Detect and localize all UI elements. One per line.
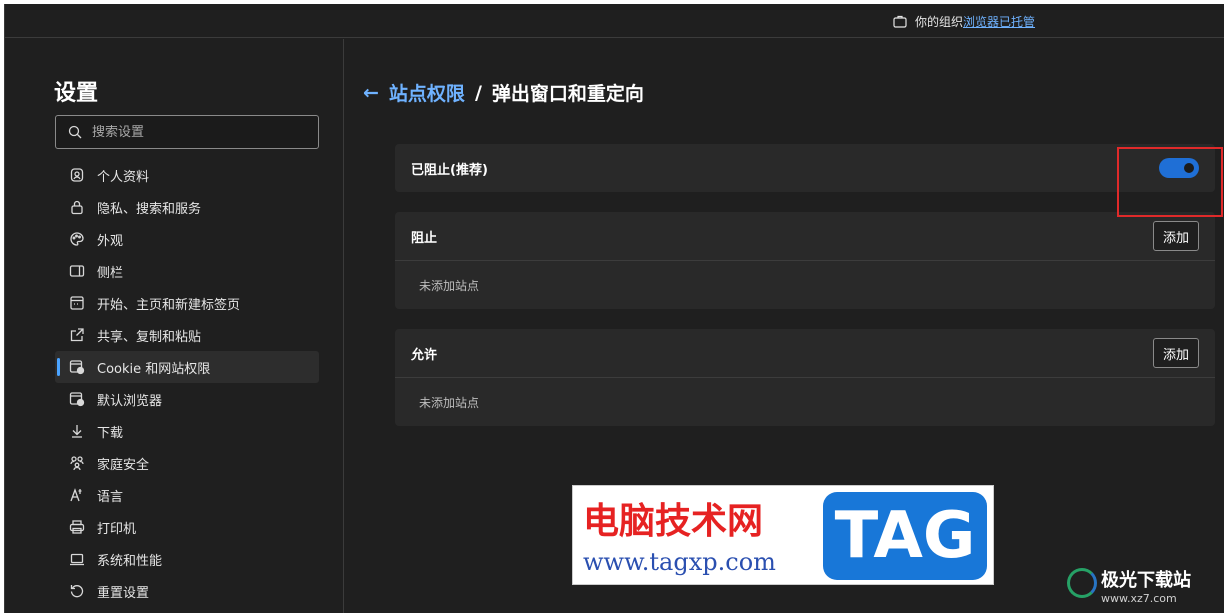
sidebar-item-profile[interactable]: 个人资料 <box>55 159 319 191</box>
sidebar-item-label: 重置设置 <box>97 585 150 601</box>
download-icon <box>69 423 85 439</box>
sidebar-item-label: 个人资料 <box>97 169 150 185</box>
managed-link[interactable]: 浏览器已托管 <box>963 15 1035 29</box>
managed-prefix: 你的组织 <box>915 14 964 29</box>
sidebar-item-label: 家庭安全 <box>97 457 150 473</box>
search-box[interactable] <box>55 115 319 149</box>
sidebar: 设置 个人资料 隐私、搜索和服务 外观 侧栏 <box>5 39 344 613</box>
profile-icon <box>69 167 85 183</box>
sidebar-item-default-browser[interactable]: 默认浏览器 <box>55 383 319 415</box>
printer-icon <box>69 519 85 535</box>
sidebar-item-label: 隐私、搜索和服务 <box>97 201 202 217</box>
corner-watermark-url: www.xz7.com <box>1101 592 1177 605</box>
blocked-toggle-card: 已阻止(推荐) <box>395 144 1215 192</box>
sidebar-item-label: 打印机 <box>97 521 137 537</box>
palette-icon <box>69 231 85 247</box>
sidebar-item-label: 语言 <box>97 489 124 505</box>
allow-card: 允许 添加 未添加站点 <box>395 329 1215 426</box>
sidebar-item-label: 外观 <box>97 233 124 249</box>
back-arrow-icon[interactable]: ← <box>363 82 379 104</box>
swirl-logo-icon <box>1067 568 1097 598</box>
sidebar-item-appearance[interactable]: 外观 <box>55 223 319 255</box>
share-icon <box>69 327 85 343</box>
block-empty-text: 未添加站点 <box>419 278 480 293</box>
breadcrumb-parent[interactable]: 站点权限 <box>389 79 465 106</box>
watermark-banner: 电脑技术网 www.tagxp.com TAG <box>572 485 994 585</box>
sidebar-item-label: 下载 <box>97 425 124 441</box>
allow-empty-text: 未添加站点 <box>419 395 480 410</box>
sidebar-nav: 个人资料 隐私、搜索和服务 外观 侧栏 开始、主页和新建标签页 共享、复制和粘贴 <box>55 159 319 607</box>
breadcrumb-separator: / <box>474 81 482 104</box>
sidebar-item-cookies[interactable]: Cookie 和网站权限 <box>55 351 319 383</box>
sidebar-item-start-home[interactable]: 开始、主页和新建标签页 <box>55 287 319 319</box>
allow-title: 允许 <box>411 347 438 363</box>
reset-icon <box>69 583 85 599</box>
sidebar-item-printer[interactable]: 打印机 <box>55 511 319 543</box>
family-icon <box>69 455 85 471</box>
search-icon <box>68 125 82 139</box>
watermark-tag-logo: TAG <box>823 492 987 580</box>
sidebar-item-system[interactable]: 系统和性能 <box>55 543 319 575</box>
corner-watermark: 极光下载站 www.xz7.com <box>1067 566 1191 605</box>
lock-icon <box>69 199 85 215</box>
sidebar-item-label: 系统和性能 <box>97 553 163 569</box>
sidebar-item-label: 共享、复制和粘贴 <box>97 329 202 345</box>
sidebar-icon <box>69 263 85 279</box>
managed-notice: 你的组织浏览器已托管 <box>893 12 1035 30</box>
blocked-toggle-label: 已阻止(推荐) <box>411 162 488 178</box>
sidebar-item-label: Cookie 和网站权限 <box>97 361 211 377</box>
default-browser-icon <box>69 391 85 407</box>
corner-watermark-text: 极光下载站 <box>1101 570 1191 591</box>
settings-window: 你的组织浏览器已托管 设置 个人资料 隐私、搜索和服务 外观 侧栏 <box>4 4 1224 613</box>
sidebar-item-share[interactable]: 共享、复制和粘贴 <box>55 319 319 351</box>
block-title: 阻止 <box>411 230 438 246</box>
sidebar-item-reset[interactable]: 重置设置 <box>55 575 319 607</box>
sidebar-item-privacy[interactable]: 隐私、搜索和服务 <box>55 191 319 223</box>
sidebar-item-label: 默认浏览器 <box>97 393 163 409</box>
watermark-url-text: www.tagxp.com <box>583 548 776 576</box>
sidebar-item-language[interactable]: 语言 <box>55 479 319 511</box>
language-icon <box>69 487 85 503</box>
sidebar-item-label: 开始、主页和新建标签页 <box>97 297 241 313</box>
sidebar-item-label: 侧栏 <box>97 265 124 281</box>
breadcrumb: ← 站点权限 / 弹出窗口和重定向 <box>363 79 644 106</box>
page-title: 弹出窗口和重定向 <box>491 83 644 105</box>
sidebar-item-family[interactable]: 家庭安全 <box>55 447 319 479</box>
search-input[interactable] <box>92 124 292 140</box>
allow-add-button[interactable]: 添加 <box>1152 338 1199 368</box>
laptop-icon <box>69 551 85 567</box>
cookie-site-icon <box>69 359 85 375</box>
highlight-box <box>1117 147 1223 217</box>
top-bar: 你的组织浏览器已托管 <box>5 4 1224 38</box>
sidebar-item-downloads[interactable]: 下载 <box>55 415 319 447</box>
block-add-button[interactable]: 添加 <box>1152 221 1199 251</box>
briefcase-icon <box>893 15 907 28</box>
watermark-cn-text: 电脑技术网 <box>583 501 764 542</box>
settings-title: 设置 <box>54 81 99 106</box>
block-card: 阻止 添加 未添加站点 <box>395 212 1215 309</box>
home-page-icon <box>69 295 85 311</box>
sidebar-item-sidebar[interactable]: 侧栏 <box>55 255 319 287</box>
